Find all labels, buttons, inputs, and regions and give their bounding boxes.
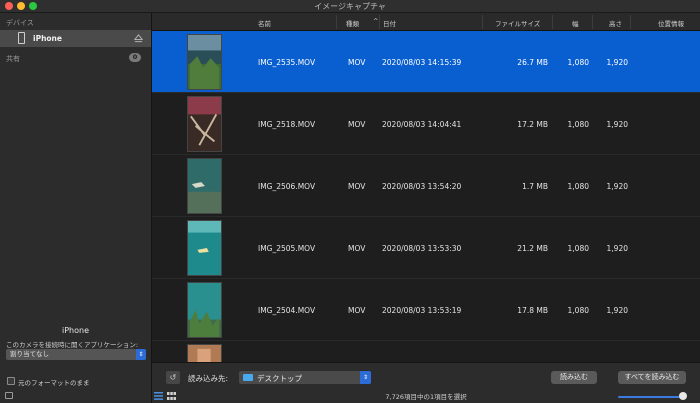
video-thumbnail <box>187 96 222 152</box>
destination-value: デスクトップ <box>257 374 302 383</box>
column-width[interactable]: 幅 <box>572 18 579 28</box>
row-name: IMG_2504.MOV <box>258 306 316 315</box>
row-name: IMG_2518.MOV <box>258 120 316 129</box>
row-name: IMG_2506.MOV <box>258 182 316 191</box>
title-bar: イメージキャプチャ <box>0 0 700 13</box>
row-name: IMG_2535.MOV <box>258 58 316 67</box>
row-width: 1,080 <box>567 306 589 315</box>
row-size: 26.7 MB <box>517 58 548 67</box>
eject-icon[interactable] <box>134 34 143 43</box>
chevron-updown-icon: ⇕ <box>136 349 146 360</box>
devices-header: デバイス <box>6 19 34 27</box>
column-size[interactable]: ファイルサイズ <box>495 18 540 28</box>
device-name: iPhone <box>33 34 62 43</box>
row-kind: MOV <box>348 120 366 129</box>
row-size: 21.2 MB <box>517 244 548 253</box>
slider-knob[interactable] <box>679 392 687 400</box>
row-date: 2020/08/03 14:04:41 <box>382 120 462 129</box>
chevron-updown-icon: ⇕ <box>360 371 371 384</box>
shared-count-badge: 0 <box>129 53 141 62</box>
column-height[interactable]: 高さ <box>609 18 622 28</box>
import-button[interactable]: 読み込む <box>551 371 597 384</box>
column-kind[interactable]: 種類 <box>346 18 359 28</box>
table-row[interactable]: IMG_2535.MOV MOV 2020/08/03 14:15:39 26.… <box>152 31 700 93</box>
row-kind: MOV <box>348 58 366 67</box>
row-width: 1,080 <box>567 182 589 191</box>
device-panel-title: iPhone <box>61 326 89 335</box>
video-thumbnail <box>187 282 222 338</box>
media-list[interactable]: IMG_2535.MOV MOV 2020/08/03 14:15:39 26.… <box>152 31 700 362</box>
row-width: 1,080 <box>567 58 589 67</box>
video-thumbnail <box>187 344 222 362</box>
row-height: 1,920 <box>606 182 628 191</box>
row-name: IMG_2505.MOV <box>258 244 316 253</box>
import-to-label: 読み込み先: <box>188 374 229 383</box>
row-size: 17.8 MB <box>517 306 548 315</box>
open-app-value: 割り当てなし <box>10 350 49 358</box>
column-location[interactable]: 位置情報 <box>658 18 684 28</box>
table-row-partial[interactable] <box>152 341 700 362</box>
video-thumbnail <box>187 220 222 276</box>
row-height: 1,920 <box>606 306 628 315</box>
table-row[interactable]: IMG_2504.MOV MOV 2020/08/03 13:53:19 17.… <box>152 279 700 341</box>
keep-format-checkbox[interactable] <box>7 377 15 385</box>
row-size: 17.2 MB <box>517 120 548 129</box>
sidebar-item-iphone[interactable]: iPhone <box>0 30 151 47</box>
bottom-toolbar: ↺ 読み込み先: デスクトップ ⇕ 読み込む すべてを読み込む 7,726項目中… <box>152 362 700 403</box>
shared-header: 共有 <box>6 55 20 63</box>
column-date[interactable]: 日付 <box>383 18 396 28</box>
keep-format-label: 元のフォーマットのまま <box>18 379 90 387</box>
video-thumbnail <box>187 158 222 214</box>
row-width: 1,080 <box>567 120 589 129</box>
open-app-label: このカメラを接続時に開くアプリケーション: <box>6 341 139 349</box>
row-kind: MOV <box>348 306 366 315</box>
row-date: 2020/08/03 13:53:30 <box>382 244 462 253</box>
sort-ascending-icon: ^ <box>373 17 379 25</box>
row-width: 1,080 <box>567 244 589 253</box>
import-all-button[interactable]: すべてを読み込む <box>618 371 686 384</box>
row-date: 2020/08/03 13:53:19 <box>382 306 462 315</box>
window-title: イメージキャプチャ <box>314 2 386 11</box>
video-thumbnail <box>187 34 222 90</box>
column-name[interactable]: 名前 <box>258 18 271 28</box>
table-row[interactable]: IMG_2518.MOV MOV 2020/08/03 14:04:41 17.… <box>152 93 700 155</box>
destination-select[interactable]: デスクトップ ⇕ <box>239 371 371 384</box>
sidebar-toggle-icon[interactable] <box>5 392 13 399</box>
row-kind: MOV <box>348 244 366 253</box>
row-size: 1.7 MB <box>522 182 548 191</box>
table-row[interactable]: IMG_2506.MOV MOV 2020/08/03 13:54:20 1.7… <box>152 155 700 217</box>
rotate-button[interactable]: ↺ <box>166 371 180 384</box>
iphone-icon <box>18 32 25 44</box>
table-row[interactable]: IMG_2505.MOV MOV 2020/08/03 13:53:30 21.… <box>152 217 700 279</box>
open-app-select[interactable]: 割り当てなし ⇕ <box>6 349 146 360</box>
column-header: 名前 種類 ^ 日付 ファイルサイズ 幅 高さ 位置情報 <box>152 13 700 31</box>
folder-icon <box>243 374 253 381</box>
row-date: 2020/08/03 13:54:20 <box>382 182 462 191</box>
row-height: 1,920 <box>606 58 628 67</box>
row-height: 1,920 <box>606 120 628 129</box>
thumbnail-size-slider[interactable] <box>618 396 684 398</box>
row-date: 2020/08/03 14:15:39 <box>382 58 462 67</box>
sidebar: デバイス iPhone 共有 0 iPhone このカメラを接続時に開くアプリケ… <box>0 13 152 403</box>
row-kind: MOV <box>348 182 366 191</box>
row-height: 1,920 <box>606 244 628 253</box>
